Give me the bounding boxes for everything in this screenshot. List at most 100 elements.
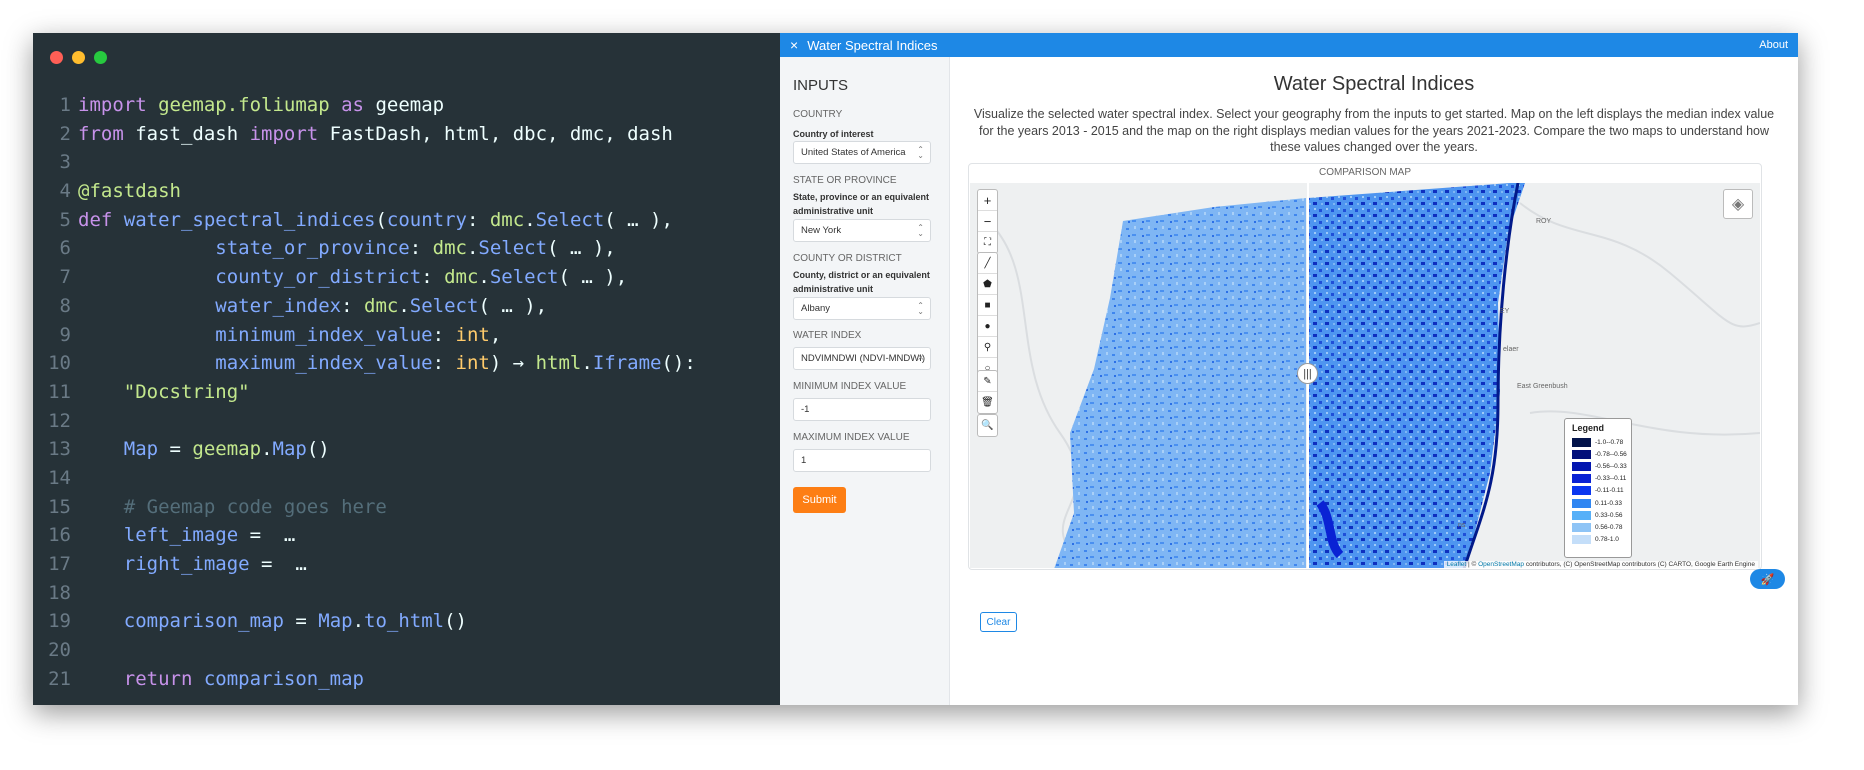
code-token: . [466,237,479,260]
code-token: county_or_district [215,266,422,289]
legend-item: -0.33--0.11 [1572,473,1631,485]
legend-item: -0.11-0.11 [1572,485,1631,497]
code-token: @fastdash [78,180,181,203]
code-token: : [466,208,490,231]
about-link[interactable]: About [1759,39,1788,51]
max-index-input[interactable]: 1 [793,449,931,472]
code-token: import [249,122,330,145]
code-editor: 1 import geemap.foliumap as geemap 2 from f… [33,33,780,705]
code-token: Map [318,610,353,633]
code-token: def [78,208,124,231]
code-token: water_index [215,294,342,317]
country-label: COUNTRY [793,109,843,120]
code-text: minimum_index_value: int, [78,321,501,350]
line-number: 4 [59,180,71,203]
code-token: int [455,323,490,346]
legend-item: -1.0--0.78 [1572,436,1631,448]
inputs-sidebar: INPUTS COUNTRY Country of interest Unite… [780,57,950,705]
code-token: . [352,610,365,633]
code-token: = … [249,553,307,575]
line-number: 6 [59,237,71,260]
code-line: 13 Map = geemap.Map() [33,435,696,464]
leaflet-link[interactable]: Leaflet [1447,561,1467,568]
swipe-handle-icon[interactable]: ||| [1297,363,1318,384]
legend-label: -0.33--0.11 [1595,475,1627,483]
code-line: 20 [33,636,696,665]
legend-swatch [1572,510,1591,520]
close-window-dot[interactable] [50,51,63,64]
right-raster-2021-2023 [1308,183,1525,568]
map-label-ns: ns [1458,522,1466,529]
legend-items: -1.0--0.78 -0.78--0.56 -0.56--0.33 -0.33--0… [1572,436,1631,546]
maximize-window-dot[interactable] [94,51,107,64]
legend: Legend -1.0--0.78 -0.78--0.56 -0.56--0.33-… [1564,418,1632,558]
delete-layers-icon[interactable]: 🗑 [978,392,997,413]
state-select[interactable]: New York ⌃ ⌄ [793,219,931,242]
clear-x-icon[interactable]: × [918,352,924,364]
osm-link[interactable]: OpenStreetMap [1478,561,1524,568]
county-select[interactable]: Albany ⌃ ⌄ [793,297,931,320]
county-value: Albany [801,303,831,314]
code-line: 16 left_image = … [33,521,696,550]
min-index-input[interactable]: -1 [793,398,931,421]
submit-button[interactable]: Submit [793,487,846,513]
country-select[interactable]: United States of America ⌃ ⌄ [793,141,931,164]
code-token: : [421,266,445,289]
zoom-in-button[interactable]: + [978,190,997,211]
code-token: , [489,323,502,346]
comparison-map-card: COMPARISON MAP East Greenbush ROY EY ela… [968,163,1762,570]
screenshot-frame: 1 import geemap.foliumap as geemap 2 from f… [33,33,1798,705]
layers-control-icon[interactable]: ◈ [1723,189,1753,219]
draw-circle-icon[interactable]: ● [978,316,997,337]
code-token: ( [375,208,387,231]
legend-item: 0.56-0.78 [1572,521,1631,533]
zoom-out-button[interactable]: − [978,211,997,232]
legend-label: -1.0--0.78 [1595,438,1624,446]
draw-polygon-icon[interactable]: ⬟ [978,274,997,295]
code-token: : [432,352,456,375]
close-icon[interactable]: × [790,37,798,53]
code-token: right_image [123,553,250,575]
line-number: 3 [59,151,71,174]
minimize-window-dot[interactable] [72,51,85,64]
code-token: . [261,438,273,461]
code-line: 14 [33,464,696,493]
code-token: Map [272,438,307,461]
rocket-icon[interactable]: 🚀 [1750,569,1785,589]
draw-rectangle-icon[interactable]: ■ [978,295,997,316]
code-line: 19 comparison_map = Map.to_html() [33,607,696,636]
draw-line-icon[interactable]: ╱ [978,253,997,274]
water-index-select[interactable]: NDVIMNDWI (NDVI-MNDWI) × [793,347,931,370]
draw-toolbar: ╱ ⬟ ■ ● ⚲ ○ [977,252,998,380]
line-number: 20 [48,639,71,662]
country-desc: Country of interest [793,129,874,139]
legend-swatch [1572,522,1591,532]
code-text: left_image = … [78,521,296,550]
line-number: 14 [48,466,71,489]
code-line: 12 [33,407,696,436]
chevron-updown-icon: ⌃ ⌄ [917,223,924,238]
code-text: # Geemap code goes here [78,493,387,522]
code-token: from [78,122,136,145]
clear-button[interactable]: Clear [980,612,1017,632]
edit-layers-icon[interactable]: ✎ [978,371,997,392]
map-canvas[interactable]: East Greenbush ROY EY elaer ns [970,183,1760,568]
code-token: # Geemap code goes here [123,495,387,518]
code-text: "Docstring" [78,378,250,407]
code-token: : [432,323,456,346]
code-line: 11 "Docstring" [33,378,696,407]
comparison-map[interactable]: East Greenbush ROY EY elaer ns ||| + − ⛶ [970,183,1760,568]
fullscreen-icon[interactable]: ⛶ [978,232,997,253]
search-icon[interactable]: 🔍 [978,415,997,436]
draw-marker-icon[interactable]: ⚲ [978,337,997,358]
legend-item: 0.78-1.0 [1572,534,1631,546]
max-index-label: MAXIMUM INDEX VALUE [793,432,910,443]
code-token: dmc [444,266,479,289]
code-line: 9 minimum_index_value: int, [33,321,696,350]
